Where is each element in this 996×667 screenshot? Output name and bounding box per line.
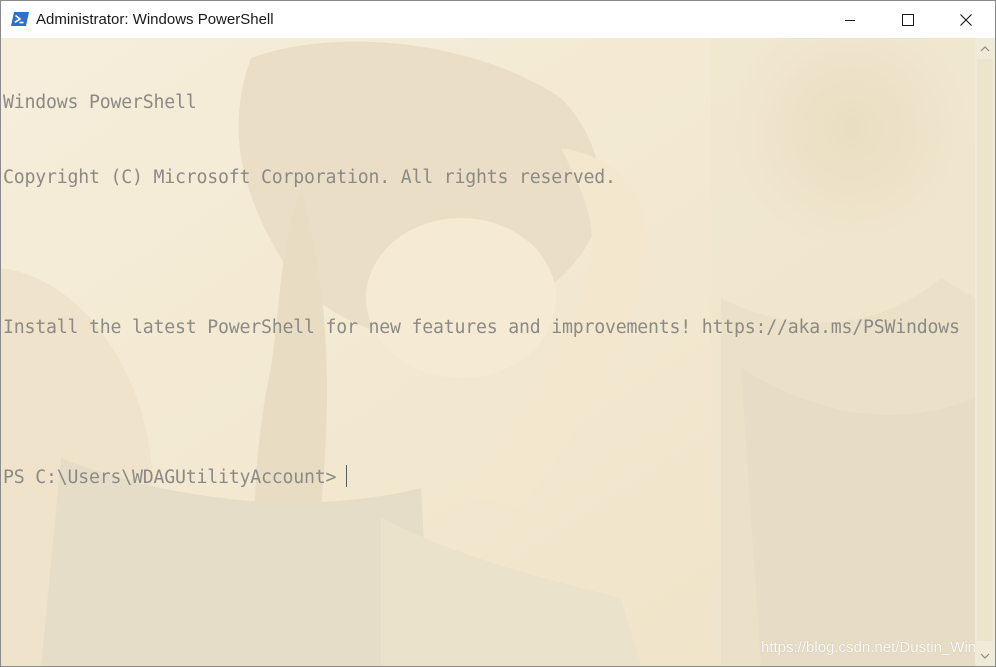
- text-cursor: [346, 465, 348, 487]
- minimize-button[interactable]: [821, 1, 879, 38]
- prompt-text: PS C:\Users\WDAGUtilityAccount>: [3, 467, 337, 488]
- scroll-down-button[interactable]: [975, 645, 995, 665]
- vertical-scrollbar[interactable]: [975, 38, 995, 666]
- window-title: Administrator: Windows PowerShell: [36, 11, 274, 28]
- console-line: Copyright (C) Microsoft Corporation. All…: [3, 167, 616, 188]
- console-line: Install the latest PowerShell for new fe…: [3, 317, 960, 338]
- watermark-text: https://blog.csdn.net/Dustin_Win: [761, 639, 977, 656]
- title-bar[interactable]: Administrator: Windows PowerShell: [1, 1, 995, 38]
- command-prompt-line[interactable]: PS C:\Users\WDAGUtilityAccount>: [3, 465, 960, 490]
- minimize-icon: [844, 14, 856, 26]
- powershell-icon[interactable]: [11, 11, 29, 27]
- close-icon: [960, 13, 972, 26]
- console-area[interactable]: Windows PowerShell Copyright (C) Microso…: [1, 38, 975, 666]
- chevron-up-icon: [980, 39, 990, 57]
- console-output: Windows PowerShell Copyright (C) Microso…: [3, 40, 960, 540]
- maximize-icon: [902, 13, 914, 26]
- powershell-window: Administrator: Windows PowerShell Window…: [0, 0, 996, 667]
- console-line: Windows PowerShell: [3, 92, 197, 113]
- chevron-down-icon: [980, 646, 990, 664]
- close-button[interactable]: [937, 1, 995, 38]
- maximize-button[interactable]: [879, 1, 937, 38]
- scroll-thumb[interactable]: [977, 59, 993, 641]
- scroll-up-button[interactable]: [975, 38, 995, 58]
